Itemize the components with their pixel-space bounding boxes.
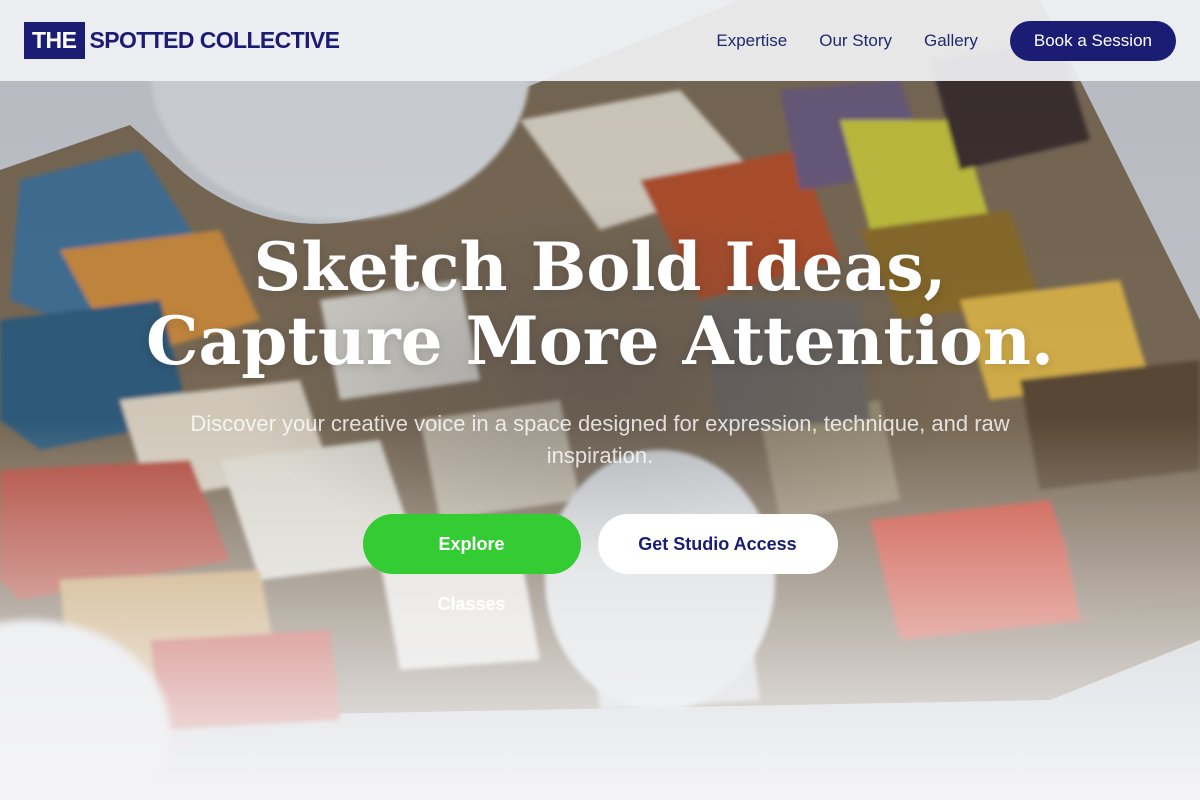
nav-links: Expertise Our Story Gallery Book a Sessi… <box>684 20 1176 61</box>
nav-link-our-story[interactable]: Our Story <box>819 31 892 51</box>
brand-logo[interactable]: THE SPOTTED COLLECTIVE <box>24 22 340 59</box>
get-studio-access-button[interactable]: Get Studio Access <box>597 514 838 574</box>
explore-classes-button[interactable]: Explore Classes <box>362 514 581 614</box>
hero-subtitle: Discover your creative voice in a space … <box>190 411 1010 468</box>
brand-logo-box: THE <box>24 22 85 59</box>
hero-headline: Sketch Bold Ideas, Capture More Attentio… <box>0 230 1200 378</box>
nav-link-gallery[interactable]: Gallery <box>924 31 978 51</box>
brand-logo-text: SPOTTED COLLECTIVE <box>89 27 340 53</box>
nav-link-expertise[interactable]: Expertise <box>716 31 787 51</box>
page: THE SPOTTED COLLECTIVE Expertise Our Sto… <box>0 0 1200 800</box>
hero-headline-line-2: Capture More Attention. <box>145 302 1054 380</box>
top-navbar: THE SPOTTED COLLECTIVE Expertise Our Sto… <box>0 0 1200 81</box>
hero-cta-row: Explore Classes Get Studio Access <box>0 514 1200 614</box>
book-session-button[interactable]: Book a Session <box>1009 20 1176 61</box>
hero-headline-line-1: Sketch Bold Ideas, <box>253 228 947 306</box>
hero-section: Sketch Bold Ideas, Capture More Attentio… <box>0 230 1200 614</box>
